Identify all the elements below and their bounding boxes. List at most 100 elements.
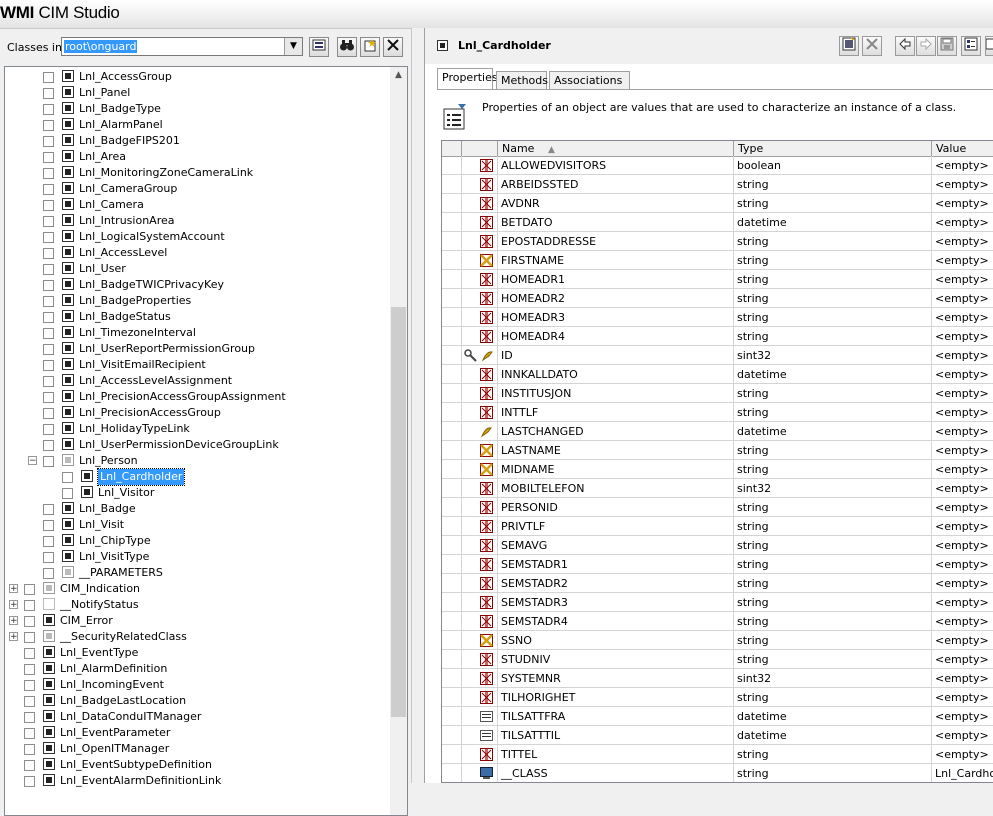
tree-item-checkbox[interactable]: [43, 200, 54, 211]
tree-item-label[interactable]: Lnl_LogicalSystemAccount: [79, 229, 225, 245]
property-name[interactable]: STUDNIV: [498, 650, 734, 669]
property-name[interactable]: HOMEADR2: [498, 289, 734, 308]
property-checkbox-cell[interactable]: [442, 327, 462, 346]
property-value[interactable]: <empty>: [932, 726, 993, 745]
tree-item[interactable]: Lnl_Badge: [5, 501, 390, 517]
tab-associations[interactable]: Associations: [549, 71, 630, 89]
property-name[interactable]: HOMEADR1: [498, 270, 734, 289]
property-row[interactable]: INNKALLDATO datetime <empty>: [442, 365, 993, 384]
property-row[interactable]: BETDATO datetime <empty>: [442, 213, 993, 232]
search-button[interactable]: [337, 37, 357, 57]
tree-item-label[interactable]: Lnl_AlarmPanel: [79, 117, 163, 133]
tree-item[interactable]: Lnl_AccessLevelAssignment: [5, 373, 390, 389]
save-button[interactable]: [937, 36, 957, 56]
property-value[interactable]: <empty>: [932, 308, 993, 327]
property-name[interactable]: TILSATTFRA: [498, 707, 734, 726]
property-checkbox-cell[interactable]: [442, 156, 462, 175]
property-row[interactable]: TILHORIGHET string <empty>: [442, 688, 993, 707]
property-name[interactable]: TILHORIGHET: [498, 688, 734, 707]
property-value[interactable]: <empty>: [932, 403, 993, 422]
property-value[interactable]: <empty>: [932, 517, 993, 536]
property-value[interactable]: <empty>: [932, 232, 993, 251]
tree-item-label[interactable]: Lnl_EventSubtypeDefinition: [60, 757, 212, 773]
tree-scrollbar[interactable]: ▲: [390, 67, 407, 815]
tree-item-checkbox[interactable]: [24, 648, 35, 659]
tree-item-label[interactable]: Lnl_UserReportPermissionGroup: [79, 341, 255, 357]
property-name[interactable]: SSNO: [498, 631, 734, 650]
tree-item[interactable]: Lnl_MonitoringZoneCameraLink: [5, 165, 390, 181]
tree-item-label[interactable]: Lnl_CameraGroup: [79, 181, 177, 197]
property-checkbox-cell[interactable]: [442, 498, 462, 517]
expand-icon[interactable]: +: [9, 600, 18, 610]
tree-item-label[interactable]: Lnl_EventParameter: [60, 725, 170, 741]
tree-item-label[interactable]: Lnl_AccessGroup: [79, 69, 172, 85]
property-name[interactable]: INNKALLDATO: [498, 365, 734, 384]
tree-item[interactable]: Lnl_Visitor: [5, 485, 390, 501]
property-value[interactable]: <empty>: [932, 498, 993, 517]
property-row[interactable]: ID sint32 <empty>: [442, 346, 993, 365]
tree-item-checkbox[interactable]: [43, 312, 54, 323]
tree-item[interactable]: Lnl_Visit: [5, 517, 390, 533]
tree-item-checkbox[interactable]: [43, 152, 54, 163]
property-row[interactable]: EPOSTADDRESSE string <empty>: [442, 232, 993, 251]
instances-button[interactable]: [839, 36, 859, 56]
property-checkbox-cell[interactable]: [442, 365, 462, 384]
tree-item-label[interactable]: Lnl_EventType: [60, 645, 138, 661]
column-header-value[interactable]: Value: [932, 141, 993, 156]
property-row[interactable]: FIRSTNAME string <empty>: [442, 251, 993, 270]
property-row[interactable]: SEMAVG string <empty>: [442, 536, 993, 555]
property-checkbox-cell[interactable]: [442, 650, 462, 669]
property-value[interactable]: <empty>: [932, 479, 993, 498]
property-checkbox-cell[interactable]: [442, 251, 462, 270]
property-value[interactable]: <empty>: [932, 365, 993, 384]
tree-item-checkbox[interactable]: [43, 392, 54, 403]
property-checkbox-cell[interactable]: [442, 745, 462, 764]
property-value[interactable]: <empty>: [932, 251, 993, 270]
property-checkbox-cell[interactable]: [442, 631, 462, 650]
property-value[interactable]: <empty>: [932, 175, 993, 194]
tree-item[interactable]: Lnl_HolidayTypeLink: [5, 421, 390, 437]
class-tree[interactable]: ▲ Lnl_AccessGroup Lnl_Panel Lnl_BadgeType L…: [4, 66, 408, 816]
tree-item-label[interactable]: Lnl_Panel: [79, 85, 130, 101]
property-checkbox-cell[interactable]: [442, 612, 462, 631]
tree-item-label[interactable]: Lnl_AccessLevelAssignment: [79, 373, 232, 389]
property-row[interactable]: HOMEADR4 string <empty>: [442, 327, 993, 346]
tree-item[interactable]: Lnl_LogicalSystemAccount: [5, 229, 390, 245]
tree-item-checkbox[interactable]: [62, 472, 73, 483]
tree-item-checkbox[interactable]: [43, 72, 54, 83]
property-name[interactable]: PRIVTLF: [498, 517, 734, 536]
tree-item-checkbox[interactable]: [24, 680, 35, 691]
property-row[interactable]: LASTCHANGED datetime <empty>: [442, 422, 993, 441]
tree-item-label[interactable]: Lnl_Visitor: [98, 485, 154, 501]
tree-item[interactable]: Lnl_UserReportPermissionGroup: [5, 341, 390, 357]
chevron-down-icon[interactable]: ▼: [284, 38, 302, 55]
tree-item-label[interactable]: Lnl_Camera: [79, 197, 144, 213]
tree-item[interactable]: Lnl_Panel: [5, 85, 390, 101]
tree-item-label[interactable]: Lnl_UserPermissionDeviceGroupLink: [79, 437, 279, 453]
tree-item-label[interactable]: Lnl_BadgeFIPS201: [79, 133, 180, 149]
pane-splitter[interactable]: [411, 28, 424, 783]
property-checkbox-cell[interactable]: [442, 707, 462, 726]
tree-item-label[interactable]: Lnl_IncomingEvent: [60, 677, 164, 693]
add-class-button[interactable]: [360, 37, 380, 57]
tree-item[interactable]: Lnl_AlarmPanel: [5, 117, 390, 133]
property-checkbox-cell[interactable]: [442, 384, 462, 403]
tree-item-label[interactable]: Lnl_BadgeLastLocation: [60, 693, 186, 709]
property-value[interactable]: <empty>: [932, 555, 993, 574]
property-name[interactable]: ID: [498, 346, 734, 365]
tree-item-label[interactable]: Lnl_TimezoneInterval: [79, 325, 196, 341]
property-value[interactable]: <empty>: [932, 460, 993, 479]
property-row[interactable]: HOMEADR1 string <empty>: [442, 270, 993, 289]
tree-item[interactable]: Lnl_AlarmDefinition: [5, 661, 390, 677]
property-row[interactable]: PERSONID string <empty>: [442, 498, 993, 517]
tree-item[interactable]: + CIM_Error: [5, 613, 390, 629]
tree-item[interactable]: Lnl_EventType: [5, 645, 390, 661]
property-name[interactable]: INTTLF: [498, 403, 734, 422]
browse-namespace-button[interactable]: [309, 37, 329, 57]
tree-item[interactable]: Lnl_EventParameter: [5, 725, 390, 741]
property-name[interactable]: PERSONID: [498, 498, 734, 517]
property-row[interactable]: ARBEIDSSTED string <empty>: [442, 175, 993, 194]
tree-item-checkbox[interactable]: [43, 216, 54, 227]
tab-properties[interactable]: Properties: [437, 68, 498, 90]
property-row[interactable]: TILSATTFRA datetime <empty>: [442, 707, 993, 726]
